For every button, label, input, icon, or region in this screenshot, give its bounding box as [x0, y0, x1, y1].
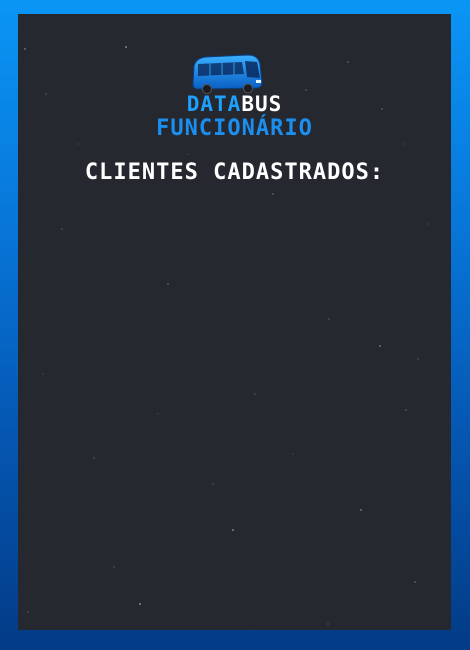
- brand-data-text: DATA: [186, 92, 242, 116]
- brand-bus-text: BUS: [241, 92, 283, 116]
- brand-logo-line2: FUNCIONÁRIO: [156, 116, 313, 141]
- page-title: CLIENTES CADASTRADOS:: [84, 160, 385, 185]
- brand-logo-line1: DATABUS: [18, 92, 451, 116]
- bus-icon: [192, 54, 263, 94]
- main-panel: DATABUS FUNCIONÁRIO CLIENTES CADASTRADOS…: [18, 14, 451, 630]
